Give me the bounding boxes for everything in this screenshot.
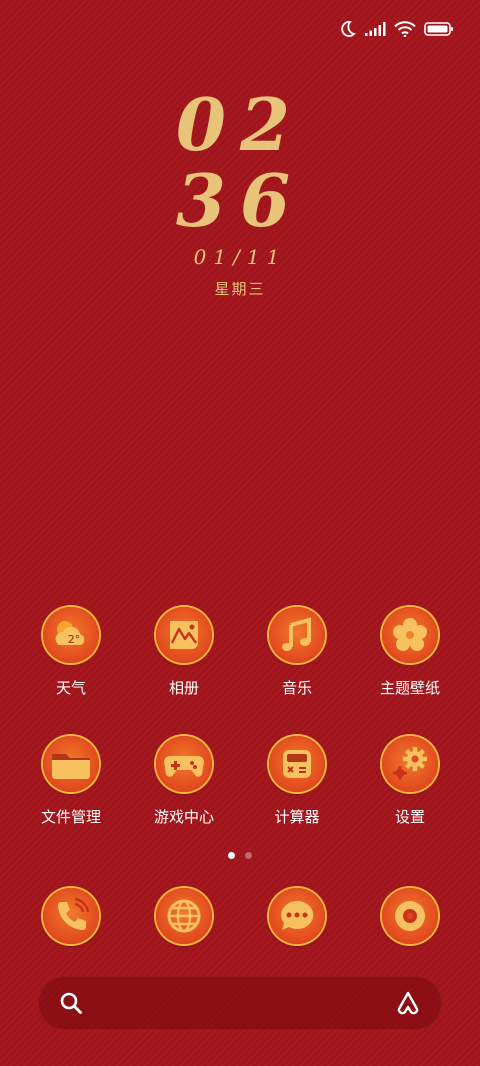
page-indicator [0, 852, 480, 859]
app-file-manager[interactable]: 文件管理 [15, 736, 127, 827]
dock-phone[interactable] [15, 888, 127, 944]
moon-icon [338, 20, 356, 42]
app-label: 设置 [394, 808, 425, 826]
status-bar [338, 18, 454, 44]
page-dot-active[interactable] [228, 852, 235, 859]
app-settings[interactable]: 设置 [354, 736, 466, 827]
assistant-icon[interactable] [394, 990, 422, 1020]
weather-temp: 2° [68, 633, 81, 646]
themes-icon [382, 607, 438, 663]
app-gallery[interactable]: 相册 [128, 607, 240, 698]
app-themes[interactable]: 主题壁纸 [354, 607, 466, 698]
calculator-icon [269, 736, 325, 792]
app-game-center[interactable]: 游戏中心 [128, 736, 240, 827]
browser-globe-icon [156, 888, 212, 944]
app-label: 天气 [55, 679, 86, 697]
camera-icon [382, 888, 438, 944]
clock-hour: 02 [175, 82, 305, 167]
clock-minute: 36 [175, 158, 305, 243]
app-weather[interactable]: 2° 天气 [15, 607, 127, 698]
app-calculator[interactable]: 计算器 [241, 736, 353, 827]
music-icon [269, 607, 325, 663]
battery-icon [424, 21, 454, 41]
gamepad-icon [156, 736, 212, 792]
dock-messages[interactable] [241, 888, 353, 944]
clock-weekday: 星期三 [214, 280, 266, 298]
clock-date: 01/11 [193, 245, 287, 269]
app-label: 游戏中心 [153, 808, 214, 826]
phone-icon [43, 888, 99, 944]
app-label: 音乐 [281, 679, 312, 697]
page-dot[interactable] [245, 852, 252, 859]
signal-icon [364, 21, 386, 41]
app-label: 主题壁纸 [379, 679, 440, 697]
app-label: 文件管理 [40, 808, 101, 826]
wifi-icon [394, 21, 416, 41]
app-label: 计算器 [274, 808, 320, 826]
dock-browser[interactable] [128, 888, 240, 944]
search-bar[interactable] [38, 976, 442, 1030]
gear-icon [382, 736, 438, 792]
messages-icon [269, 888, 325, 944]
weather-icon: 2° [43, 607, 99, 663]
folder-icon [43, 736, 99, 792]
dock-camera[interactable] [354, 888, 466, 944]
search-icon[interactable] [58, 990, 84, 1020]
app-music[interactable]: 音乐 [241, 607, 353, 698]
gallery-icon [156, 607, 212, 663]
app-label: 相册 [168, 679, 199, 697]
